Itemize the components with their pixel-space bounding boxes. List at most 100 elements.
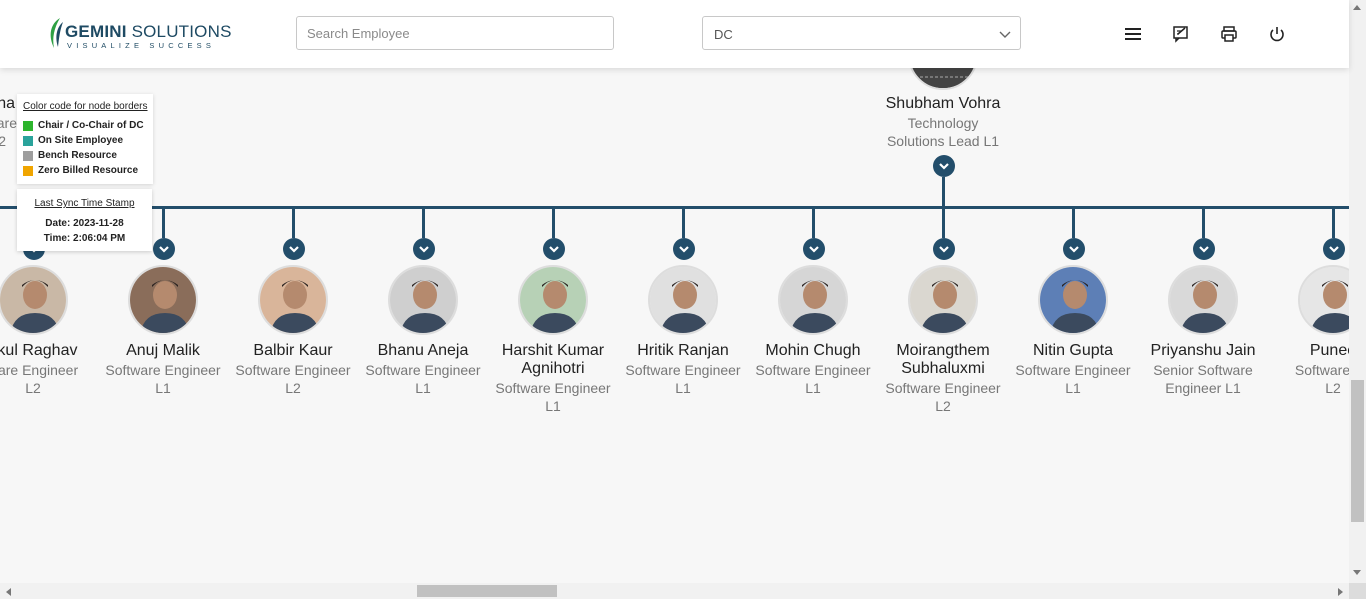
employee-avatar[interactable] xyxy=(128,265,198,335)
scroll-left-arrow-icon[interactable] xyxy=(4,587,12,597)
gray-swatch-icon xyxy=(23,150,33,161)
employee-role: ware Engineer xyxy=(0,362,79,378)
org-connector-horizontal xyxy=(0,206,1349,209)
employee-avatar[interactable] xyxy=(518,265,588,335)
expand-node-button[interactable] xyxy=(1063,238,1085,260)
horizontal-scrollbar-thumb[interactable] xyxy=(417,585,557,597)
employee-role: L1 xyxy=(1065,380,1081,396)
employee-role: Software Engineer xyxy=(235,362,351,378)
expand-node-button[interactable] xyxy=(153,238,175,260)
employee-avatar[interactable] xyxy=(258,265,328,335)
employee-role: L1 xyxy=(155,380,171,396)
leaf-logo-icon xyxy=(50,18,63,48)
green-swatch-icon xyxy=(23,120,33,131)
employee-avatar[interactable] xyxy=(1038,265,1108,335)
chevron-down-icon xyxy=(159,246,169,253)
sync-time: Time: 2:06:04 PM xyxy=(43,233,126,244)
dc-select[interactable]: DC xyxy=(702,16,1021,50)
employee-role: L2 xyxy=(285,380,301,396)
horizontal-scrollbar[interactable] xyxy=(0,583,1349,599)
power-icon xyxy=(1270,27,1284,42)
chevron-down-icon xyxy=(1329,246,1339,253)
person-photo-icon xyxy=(390,267,456,333)
person-photo-icon xyxy=(650,267,716,333)
logout-button[interactable] xyxy=(1267,24,1287,44)
connector-line xyxy=(422,208,425,238)
print-button[interactable] xyxy=(1219,24,1239,44)
teal-swatch-icon xyxy=(23,135,33,146)
employee-name: Priyanshu Jain xyxy=(1150,342,1256,359)
print-icon xyxy=(1221,26,1237,42)
top-node-role-line1: Technology xyxy=(907,115,979,131)
connector-line xyxy=(292,208,295,238)
employee-role: Engineer L1 xyxy=(1165,380,1241,396)
chevron-down-icon xyxy=(419,246,429,253)
expand-node-button[interactable] xyxy=(1323,238,1345,260)
connector-line xyxy=(1332,208,1335,238)
expand-node-button[interactable] xyxy=(283,238,305,260)
employee-role: L2 xyxy=(935,398,951,414)
employee-avatar[interactable] xyxy=(0,265,68,335)
legend-item-zero-billed: Zero Billed Resource xyxy=(23,165,138,176)
expand-node-button[interactable] xyxy=(673,238,695,260)
connector-line xyxy=(1202,208,1205,238)
employee-name: Balbir Kaur xyxy=(253,342,333,359)
employee-name: Moirangthem Subhaluxmi xyxy=(896,342,990,377)
employee-name: Nitin Gupta xyxy=(1032,342,1114,359)
employee-avatar[interactable] xyxy=(908,265,978,335)
expand-node-button[interactable] xyxy=(413,238,435,260)
menu-button[interactable] xyxy=(1123,24,1143,44)
menu-icon xyxy=(1125,28,1141,40)
logo-wordmark: GEMINI SOLUTIONS xyxy=(65,22,232,41)
connector-line xyxy=(552,208,555,238)
person-photo-icon xyxy=(1170,267,1236,333)
chevron-down-icon xyxy=(1069,246,1079,253)
sync-title: Last Sync Time Stamp xyxy=(34,198,135,209)
gemini-logo[interactable]: GEMINI SOLUTIONS VISUALIZE SUCCESS xyxy=(46,16,231,52)
expand-node-button[interactable] xyxy=(803,238,825,260)
dc-select-value: DC xyxy=(714,27,733,42)
chevron-down-icon xyxy=(679,246,689,253)
vertical-scrollbar-thumb[interactable] xyxy=(1351,380,1364,522)
employee-name: Mohin Chugh xyxy=(765,342,861,359)
legend-panel: Color code for node borders Chair / Co-C… xyxy=(17,94,153,184)
partial-node-level: 2 xyxy=(0,133,6,149)
person-photo-icon xyxy=(910,267,976,333)
employee-role: Software Engineer xyxy=(885,380,1001,396)
scroll-right-arrow-icon[interactable] xyxy=(1337,587,1345,597)
employee-name: Hritik Ranjan xyxy=(637,342,729,359)
chevron-down-icon xyxy=(1199,246,1209,253)
scroll-up-arrow-icon[interactable] xyxy=(1352,3,1362,11)
employee-role: Software Engineer xyxy=(755,362,871,378)
scrollbar-corner xyxy=(1349,583,1366,599)
chevron-down-icon xyxy=(289,246,299,253)
legend-item-chair: Chair / Co-Chair of DC xyxy=(23,120,144,131)
partial-node-role: are xyxy=(0,115,17,131)
person-photo-icon xyxy=(260,267,326,333)
employee-role: L2 xyxy=(25,380,41,396)
employee-avatar[interactable] xyxy=(1168,265,1238,335)
expand-node-button[interactable] xyxy=(933,238,955,260)
expand-node-button[interactable] xyxy=(543,238,565,260)
search-employee-input[interactable] xyxy=(296,16,614,50)
logo-tagline: VISUALIZE SUCCESS xyxy=(67,41,216,50)
legend-item-bench: Bench Resource xyxy=(23,150,117,161)
top-node-role-line2: Solutions Lead L1 xyxy=(886,133,1000,149)
employee-role: L1 xyxy=(415,380,431,396)
expand-top-node-button[interactable] xyxy=(933,155,955,177)
legend-item-onsite: On Site Employee xyxy=(23,135,123,146)
connector-line xyxy=(942,208,945,238)
employee-avatar[interactable] xyxy=(778,265,848,335)
person-photo-icon xyxy=(780,267,846,333)
chevron-down-icon xyxy=(549,246,559,253)
employee-avatar[interactable] xyxy=(648,265,718,335)
expand-node-button[interactable] xyxy=(1193,238,1215,260)
scroll-down-arrow-icon[interactable] xyxy=(1352,569,1362,577)
connector-line xyxy=(682,208,685,238)
employee-role: L1 xyxy=(545,398,561,414)
employee-role: Software Engineer xyxy=(495,380,611,396)
employee-avatar[interactable] xyxy=(388,265,458,335)
employee-role: L1 xyxy=(675,380,691,396)
feedback-button[interactable] xyxy=(1171,24,1191,44)
orange-swatch-icon xyxy=(23,165,33,176)
